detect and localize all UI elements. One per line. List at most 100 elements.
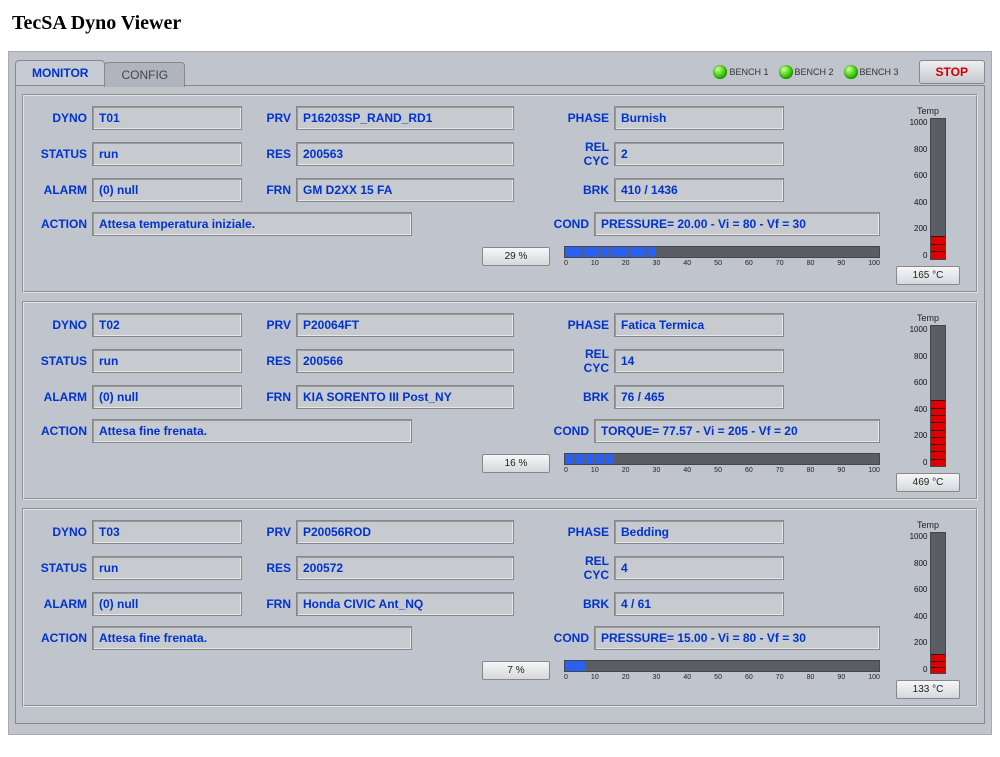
cond-label: COND — [550, 424, 594, 438]
dyno-value: T01 — [92, 106, 242, 130]
action-value: Attesa fine frenata. — [92, 419, 412, 443]
brk-label: BRK — [558, 390, 614, 404]
temp-readout: 469 °C — [896, 473, 960, 492]
temp-label: Temp — [917, 313, 939, 323]
alarm-label: ALARM — [32, 183, 92, 197]
res-label: RES — [262, 147, 296, 161]
temp-label: Temp — [917, 520, 939, 530]
status-label: STATUS — [32, 561, 92, 575]
prv-label: PRV — [262, 525, 296, 539]
res-value: 200572 — [296, 556, 514, 580]
content-area: DYNO T01 PRV P16203SP_RAND_RD1 PHASE Bur… — [15, 85, 985, 724]
prv-value: P20056ROD — [296, 520, 514, 544]
prv-label: PRV — [262, 111, 296, 125]
progress-bar: 0102030405060708090100 — [564, 246, 880, 267]
frn-label: FRN — [262, 597, 296, 611]
status-value: run — [92, 142, 242, 166]
res-label: RES — [262, 354, 296, 368]
alarm-value: (0) null — [92, 385, 242, 409]
brk-label: BRK — [558, 183, 614, 197]
bench-indicator-label: BENCH 3 — [860, 67, 899, 77]
dyno-label: DYNO — [32, 525, 92, 539]
bench-panel: DYNO T03 PRV P20056ROD PHASE Bedding STA… — [22, 508, 978, 707]
tab-config[interactable]: CONFIG — [104, 62, 185, 87]
prv-value: P20064FT — [296, 313, 514, 337]
brk-label: BRK — [558, 597, 614, 611]
brk-value: 410 / 1436 — [614, 178, 784, 202]
app-title: TecSA Dyno Viewer — [12, 12, 992, 35]
alarm-label: ALARM — [32, 390, 92, 404]
progress-bar-fill — [565, 454, 615, 464]
status-label: STATUS — [32, 354, 92, 368]
temp-readout: 133 °C — [896, 680, 960, 699]
cond-label: COND — [550, 631, 594, 645]
cond-label: COND — [550, 217, 594, 231]
progress-bar: 0102030405060708090100 — [564, 660, 880, 681]
led-icon — [844, 65, 858, 79]
led-icon — [713, 65, 727, 79]
action-label: ACTION — [32, 424, 92, 438]
phase-label: PHASE — [558, 318, 614, 332]
phase-value: Bedding — [614, 520, 784, 544]
phase-label: PHASE — [558, 525, 614, 539]
frn-label: FRN — [262, 390, 296, 404]
temp-label: Temp — [917, 106, 939, 116]
phase-label: PHASE — [558, 111, 614, 125]
action-label: ACTION — [32, 631, 92, 645]
stop-button[interactable]: STOP — [919, 60, 985, 84]
relcyc-value: 2 — [614, 142, 784, 166]
dyno-value: T02 — [92, 313, 242, 337]
thermometer-scale: 10008006004002000 — [910, 325, 928, 467]
progress-bar-fill — [565, 661, 587, 671]
tab-strip: MONITOR CONFIG — [15, 60, 713, 85]
action-label: ACTION — [32, 217, 92, 231]
cond-value: PRESSURE= 15.00 - Vi = 80 - Vf = 30 — [594, 626, 880, 650]
thermometer: 10008006004002000 — [910, 325, 947, 467]
main-window: MONITOR CONFIG BENCH 1 BENCH 2 BENCH 3 S… — [8, 51, 992, 735]
progress-bar-ticks: 0102030405060708090100 — [564, 467, 880, 474]
status-label: STATUS — [32, 147, 92, 161]
status-value: run — [92, 349, 242, 373]
top-bar: MONITOR CONFIG BENCH 1 BENCH 2 BENCH 3 S… — [15, 58, 985, 86]
thermometer-fill — [931, 654, 945, 673]
cond-value: TORQUE= 77.57 - Vi = 205 - Vf = 20 — [594, 419, 880, 443]
bench-indicator-1: BENCH 1 — [713, 65, 768, 79]
thermometer-fill — [931, 236, 945, 259]
action-value: Attesa fine frenata. — [92, 626, 412, 650]
relcyc-label: REL CYC — [558, 140, 614, 168]
tab-monitor[interactable]: MONITOR — [15, 60, 105, 85]
prv-label: PRV — [262, 318, 296, 332]
relcyc-label: REL CYC — [558, 347, 614, 375]
dyno-label: DYNO — [32, 111, 92, 125]
relcyc-value: 4 — [614, 556, 784, 580]
brk-value: 4 / 61 — [614, 592, 784, 616]
progress-bar-ticks: 0102030405060708090100 — [564, 260, 880, 267]
alarm-value: (0) null — [92, 592, 242, 616]
phase-value: Burnish — [614, 106, 784, 130]
relcyc-label: REL CYC — [558, 554, 614, 582]
prv-value: P16203SP_RAND_RD1 — [296, 106, 514, 130]
action-value: Attesa temperatura iniziale. — [92, 212, 412, 236]
thermometer-scale: 10008006004002000 — [910, 532, 928, 674]
dyno-label: DYNO — [32, 318, 92, 332]
brk-value: 76 / 465 — [614, 385, 784, 409]
res-value: 200563 — [296, 142, 514, 166]
alarm-value: (0) null — [92, 178, 242, 202]
frn-label: FRN — [262, 183, 296, 197]
thermometer: 10008006004002000 — [910, 118, 947, 260]
percent-readout: 7 % — [482, 661, 550, 680]
thermometer-fill — [931, 400, 945, 466]
relcyc-value: 14 — [614, 349, 784, 373]
thermometer-scale: 10008006004002000 — [910, 118, 928, 260]
status-value: run — [92, 556, 242, 580]
led-icon — [779, 65, 793, 79]
frn-value: Honda CIVIC Ant_NQ — [296, 592, 514, 616]
bench-panel: DYNO T02 PRV P20064FT PHASE Fatica Termi… — [22, 301, 978, 500]
progress-bar-fill — [565, 247, 656, 257]
frn-value: KIA SORENTO III Post_NY — [296, 385, 514, 409]
bench-indicators: BENCH 1 BENCH 2 BENCH 3 — [713, 65, 898, 79]
bench-indicator-3: BENCH 3 — [844, 65, 899, 79]
res-label: RES — [262, 561, 296, 575]
thermometer: 10008006004002000 — [910, 532, 947, 674]
phase-value: Fatica Termica — [614, 313, 784, 337]
